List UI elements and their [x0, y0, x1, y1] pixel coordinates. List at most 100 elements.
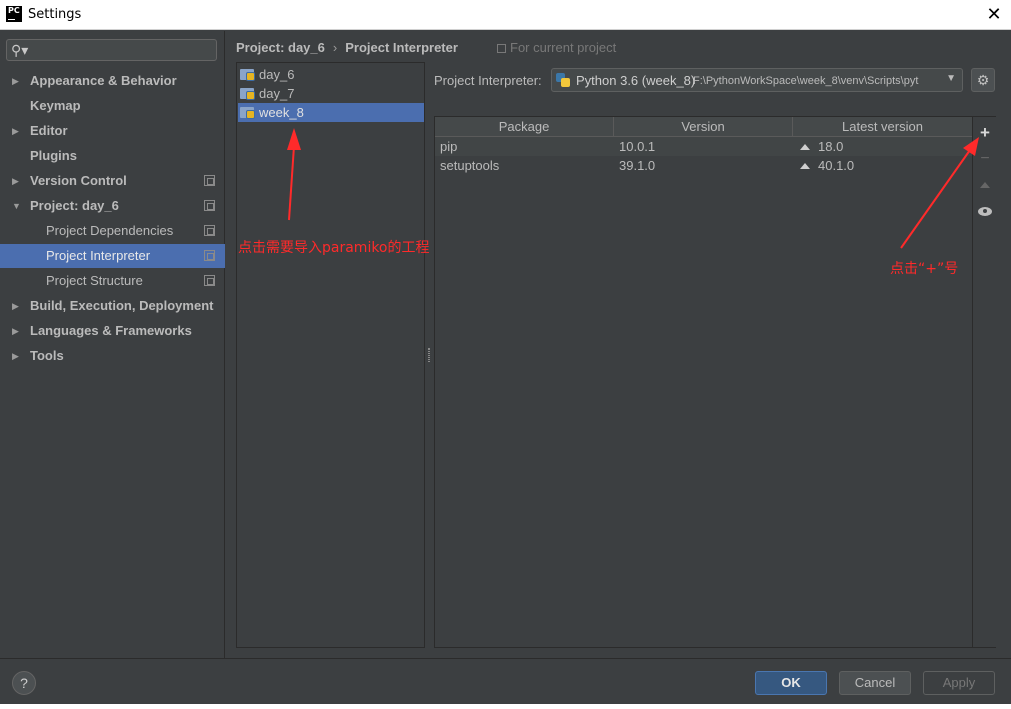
- gear-icon[interactable]: ⚙: [977, 72, 990, 88]
- sidebar-item-project-day6[interactable]: ▼ Project: day_6: [0, 194, 225, 218]
- project-item-label: week_8: [259, 105, 304, 120]
- annotation-select-project: 点击需要导入paramiko的工程: [238, 240, 430, 256]
- latest-version-text: 40.1.0: [818, 158, 855, 173]
- upgrade-package-button[interactable]: [973, 176, 997, 196]
- interpreter-name: Python 3.6 (week_8): [576, 73, 696, 88]
- plus-icon[interactable]: +: [980, 123, 990, 142]
- sidebar-item-keymap[interactable]: Keymap: [0, 94, 225, 118]
- project-item-day6[interactable]: day_6: [238, 65, 424, 84]
- project-list: day_6 day_7 week_8: [236, 62, 425, 648]
- cancel-button[interactable]: Cancel: [839, 671, 911, 695]
- breadcrumb-separator: ›: [332, 40, 338, 55]
- sidebar-item-label: Version Control: [30, 173, 127, 188]
- project-level-icon: [204, 225, 215, 236]
- python-project-folder-icon: [240, 69, 255, 81]
- sidebar-item-label: Keymap: [30, 98, 81, 113]
- apply-button[interactable]: Apply: [923, 671, 995, 695]
- settings-search[interactable]: ⚲▾: [6, 39, 217, 61]
- python-icon: [556, 73, 570, 87]
- expand-arrow-icon[interactable]: ▶: [12, 169, 19, 193]
- breadcrumb-project: Project: day_6: [236, 40, 325, 55]
- packages-table: Package Version Latest version pip 10.0.…: [435, 117, 972, 647]
- expand-arrow-icon[interactable]: ▶: [12, 69, 19, 93]
- project-item-day7[interactable]: day_7: [238, 84, 424, 103]
- sidebar-item-label: Appearance & Behavior: [30, 73, 177, 88]
- packages-toolbar: + −: [972, 117, 996, 647]
- column-header-latest-version[interactable]: Latest version: [793, 117, 972, 137]
- column-header-version[interactable]: Version: [614, 117, 793, 137]
- expand-arrow-icon[interactable]: ▶: [12, 344, 19, 368]
- sidebar-item-project-interpreter[interactable]: Project Interpreter: [0, 244, 225, 268]
- help-button[interactable]: ?: [12, 671, 36, 695]
- package-latest-version: 18.0: [800, 137, 843, 156]
- package-name: setuptools: [440, 158, 500, 173]
- pycharm-logo-icon: PC: [6, 6, 22, 22]
- question-icon[interactable]: ?: [20, 675, 28, 691]
- sidebar-item-version-control[interactable]: ▶ Version Control: [0, 169, 225, 193]
- expand-arrow-icon[interactable]: ▶: [12, 319, 19, 343]
- interpreter-settings-button[interactable]: ⚙: [971, 68, 995, 92]
- interpreter-label: Project Interpreter:: [434, 73, 542, 88]
- sidebar-item-appearance-behavior[interactable]: ▶ Appearance & Behavior: [0, 69, 225, 93]
- dropdown-arrow-icon[interactable]: ▼: [946, 73, 956, 84]
- sidebar-item-label: Editor: [30, 123, 68, 138]
- close-button[interactable]: ✕: [980, 2, 1008, 26]
- interpreter-path: F:\PythonWorkSpace\week_8\venv\Scripts\p…: [693, 75, 919, 87]
- sidebar-item-label: Project Interpreter: [46, 248, 151, 263]
- upgrade-available-icon: [800, 144, 810, 150]
- sidebar-item-tools[interactable]: ▶ Tools: [0, 344, 225, 368]
- breadcrumb: Project: day_6 › Project Interpreter: [236, 40, 458, 55]
- collapse-arrow-icon[interactable]: ▼: [12, 194, 21, 218]
- sidebar-item-label: Project Structure: [46, 273, 143, 288]
- breadcrumb-page: Project Interpreter: [345, 40, 458, 55]
- sidebar-item-label: Build, Execution, Deployment: [30, 298, 214, 313]
- dialog-footer: ? OK Cancel Apply: [0, 658, 1011, 709]
- sidebar-item-label: Languages & Frameworks: [30, 323, 192, 338]
- panel-splitter-handle[interactable]: [428, 348, 430, 362]
- package-name: pip: [440, 139, 458, 154]
- package-version: 10.0.1: [619, 139, 656, 154]
- project-item-label: day_7: [259, 86, 295, 101]
- column-header-package[interactable]: Package: [435, 117, 614, 137]
- project-level-icon: [204, 250, 215, 261]
- project-level-icon: [204, 275, 215, 286]
- ok-button[interactable]: OK: [755, 671, 827, 695]
- add-package-button[interactable]: +: [973, 123, 997, 143]
- remove-package-button[interactable]: −: [973, 149, 997, 169]
- sidebar-item-project-dependencies[interactable]: Project Dependencies: [0, 219, 225, 243]
- packages-panel: Package Version Latest version pip 10.0.…: [434, 116, 996, 648]
- project-item-label: day_6: [259, 67, 295, 82]
- package-version: 39.1.0: [619, 158, 656, 173]
- sidebar-item-label: Project: day_6: [30, 198, 119, 213]
- sidebar-item-label: Tools: [30, 348, 64, 363]
- expand-arrow-icon[interactable]: ▶: [12, 294, 19, 318]
- minus-icon[interactable]: −: [980, 150, 989, 167]
- show-early-releases-button[interactable]: [973, 202, 997, 222]
- search-icon[interactable]: ⚲▾: [11, 42, 28, 58]
- sidebar-item-plugins[interactable]: Plugins: [0, 144, 225, 168]
- sidebar-item-editor[interactable]: ▶ Editor: [0, 119, 225, 143]
- project-item-week8[interactable]: week_8: [238, 103, 424, 122]
- project-level-icon: [497, 44, 506, 53]
- sidebar-item-languages-frameworks[interactable]: ▶ Languages & Frameworks: [0, 319, 225, 343]
- project-level-icon: [204, 175, 215, 186]
- window-title: Settings: [28, 7, 82, 22]
- for-current-project-label: For current project: [510, 40, 617, 55]
- expand-arrow-icon[interactable]: ▶: [12, 119, 19, 143]
- settings-sidebar: ⚲▾ ▶ Appearance & Behavior Keymap ▶ Edit…: [0, 31, 225, 658]
- table-row[interactable]: [435, 137, 972, 156]
- for-current-project-hint: For current project: [497, 40, 616, 55]
- sidebar-item-label: Plugins: [30, 148, 77, 163]
- python-project-folder-icon: [240, 107, 255, 119]
- table-row[interactable]: [435, 156, 972, 175]
- sidebar-item-build-execution-deployment[interactable]: ▶ Build, Execution, Deployment: [0, 294, 225, 318]
- search-input[interactable]: [33, 41, 213, 59]
- python-project-folder-icon: [240, 88, 255, 100]
- latest-version-text: 18.0: [818, 139, 844, 154]
- project-level-icon: [204, 200, 215, 211]
- package-latest-version: 40.1.0: [800, 156, 854, 175]
- title-bar: PC Settings ✕: [0, 0, 1011, 30]
- sidebar-item-project-structure[interactable]: Project Structure: [0, 269, 225, 293]
- interpreter-select[interactable]: Python 3.6 (week_8) F:\PythonWorkSpace\w…: [551, 68, 963, 92]
- upgrade-available-icon: [800, 163, 810, 169]
